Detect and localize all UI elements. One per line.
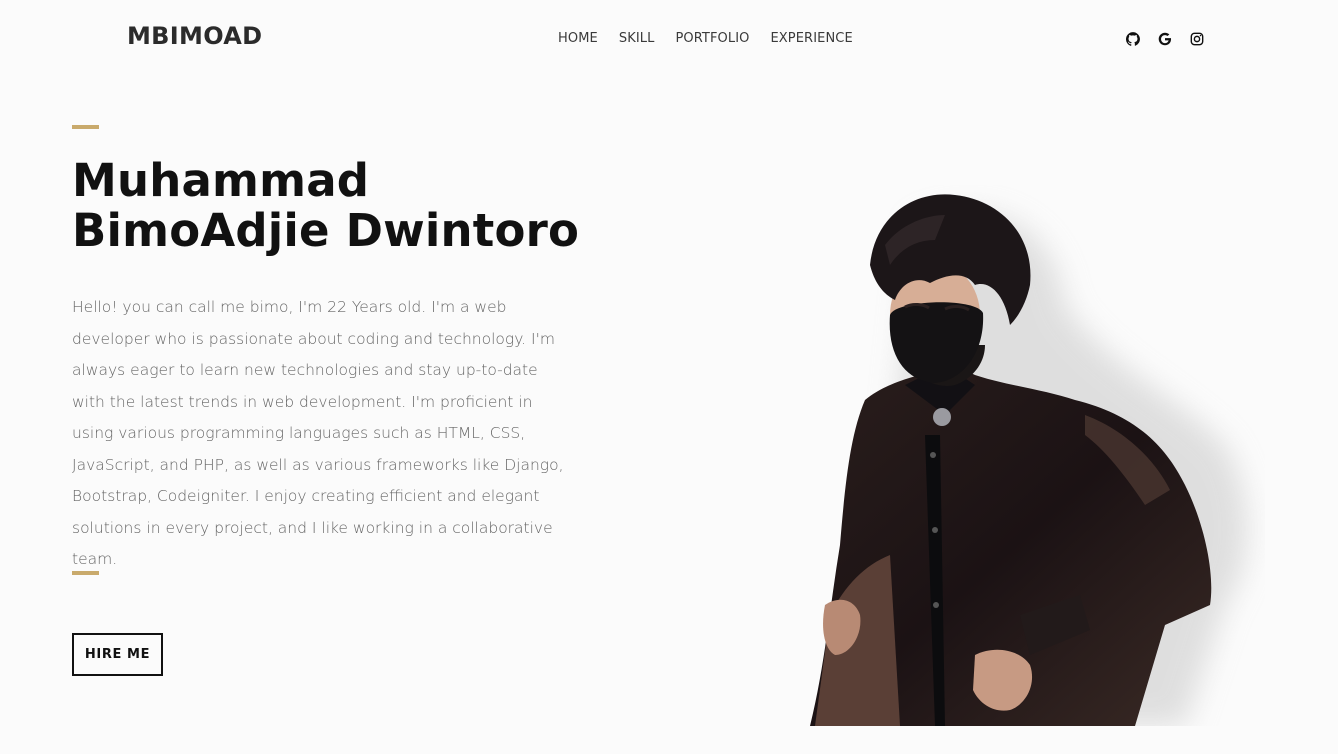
google-icon[interactable] [1157,31,1173,47]
nav-experience[interactable]: EXPERIENCE [770,31,852,46]
brand-logo[interactable]: MBIMOAD [127,22,262,50]
hero-name: Muhammad BimoAdjie Dwintoro [72,156,579,256]
nav-portfolio[interactable]: PORTFOLIO [675,31,749,46]
nav-skill[interactable]: SKILL [619,31,655,46]
instagram-icon[interactable] [1189,31,1205,47]
hero-bio: Hello! you can call me bimo, I'm 22 Year… [72,298,564,568]
portrait-illustration [810,194,1248,726]
github-icon[interactable] [1125,31,1141,47]
hero-name-line2: BimoAdjie Dwintoro [72,204,580,257]
main-nav: HOME SKILL PORTFOLIO EXPERIENCE [558,31,874,46]
accent-bar-top [72,125,99,129]
accent-bar-bottom [72,571,99,575]
hero-name-line1: Muhammad [72,154,370,207]
hire-me-button[interactable]: HIRE ME [72,633,163,676]
nav-home[interactable]: HOME [558,31,598,46]
social-links [1125,31,1205,47]
